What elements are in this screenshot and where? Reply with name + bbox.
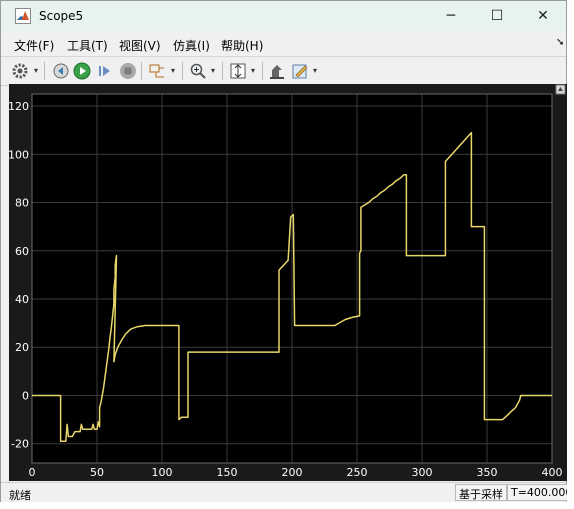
minimize-button[interactable]: ─ xyxy=(428,1,474,31)
toolbar: ▾ ▾ ▾ ▾ ▾ xyxy=(1,56,566,86)
menu-help[interactable]: 帮助(H) xyxy=(221,37,263,54)
background-strip xyxy=(567,0,574,509)
menu-tools[interactable]: 工具(T) xyxy=(67,37,108,54)
y-tick-label: -20 xyxy=(11,438,29,451)
style-dropdown-icon[interactable]: ▾ xyxy=(313,66,317,75)
maximize-icon: ☐ xyxy=(490,8,504,24)
scope-window: Scope5 ─ ☐ ✕ 文件(F) 工具(T) 视图(V) 仿真(I) 帮助(… xyxy=(0,0,574,503)
menu-dock-arrow-icon[interactable]: ➘ xyxy=(556,37,564,48)
autoscale-icon[interactable] xyxy=(228,61,248,81)
gear-icon[interactable] xyxy=(10,61,30,81)
step-forward-icon[interactable] xyxy=(95,61,115,81)
y-tick-label: 0 xyxy=(22,389,29,402)
toolbar-separator xyxy=(141,62,142,80)
x-tick-label: 200 xyxy=(282,466,303,479)
y-tick-label: 40 xyxy=(15,293,29,306)
toolbar-separator xyxy=(262,62,263,80)
status-text: 就绪 xyxy=(9,489,31,502)
minimize-icon: ─ xyxy=(446,8,456,24)
y-tick-label: 120 xyxy=(9,100,29,113)
x-tick-label: 350 xyxy=(477,466,498,479)
scope-plot[interactable]: 0 50 100 150 200 250 300 350 400 -20 0 20 40 60 80 100 1… xyxy=(9,84,567,481)
zoom-dropdown-icon[interactable]: ▾ xyxy=(211,66,215,75)
menu-simulation[interactable]: 仿真(I) xyxy=(173,37,210,54)
x-tick-label: 50 xyxy=(90,466,104,479)
menu-view[interactable]: 视图(V) xyxy=(119,37,161,54)
menu-bar: 文件(F) 工具(T) 视图(V) 仿真(I) 帮助(H) ➘ xyxy=(1,33,566,55)
y-tick-label: 80 xyxy=(15,197,29,210)
toolbar-separator xyxy=(222,62,223,80)
menu-file[interactable]: 文件(F) xyxy=(14,37,54,54)
y-tick-label: 20 xyxy=(15,341,29,354)
x-tick-label: 300 xyxy=(412,466,433,479)
matlab-logo-icon xyxy=(15,8,31,24)
signal-selector-icon[interactable] xyxy=(147,61,167,81)
zoom-in-icon[interactable] xyxy=(188,61,208,81)
x-tick-label: 150 xyxy=(217,466,238,479)
window-title: Scope5 xyxy=(39,9,84,23)
y-tick-label: 100 xyxy=(9,148,29,161)
highlight-block-icon[interactable] xyxy=(267,61,287,81)
x-tick-label: 100 xyxy=(152,466,173,479)
toolbar-separator xyxy=(182,62,183,80)
status-bar: 就绪 基于采样 T=400.000 xyxy=(1,482,574,503)
run-icon[interactable] xyxy=(72,61,92,81)
plot-panel: 0 50 100 150 200 250 300 350 400 -20 0 20 40 60 80 100 1… xyxy=(9,84,567,481)
parameters-icon[interactable] xyxy=(51,61,71,81)
y-tick-label: 60 xyxy=(15,245,29,258)
stop-icon[interactable] xyxy=(118,61,138,81)
gear-dropdown-icon[interactable]: ▾ xyxy=(34,66,38,75)
x-tick-label: 250 xyxy=(347,466,368,479)
x-tick-label: 0 xyxy=(29,466,36,479)
close-icon: ✕ xyxy=(537,8,549,24)
signal-dropdown-icon[interactable]: ▾ xyxy=(171,66,175,75)
toolbar-separator xyxy=(44,62,45,80)
sim-time-label: T=400.000 xyxy=(507,484,574,501)
style-edit-icon[interactable] xyxy=(290,61,310,81)
sample-mode-label: 基于采样 xyxy=(455,484,507,501)
close-button[interactable]: ✕ xyxy=(520,1,566,31)
maximize-button[interactable]: ☐ xyxy=(474,1,520,31)
autoscale-dropdown-icon[interactable]: ▾ xyxy=(251,66,255,75)
background-strip xyxy=(0,502,574,509)
x-tick-label: 400 xyxy=(542,466,563,479)
title-bar: Scope5 ─ ☐ ✕ xyxy=(1,1,566,31)
